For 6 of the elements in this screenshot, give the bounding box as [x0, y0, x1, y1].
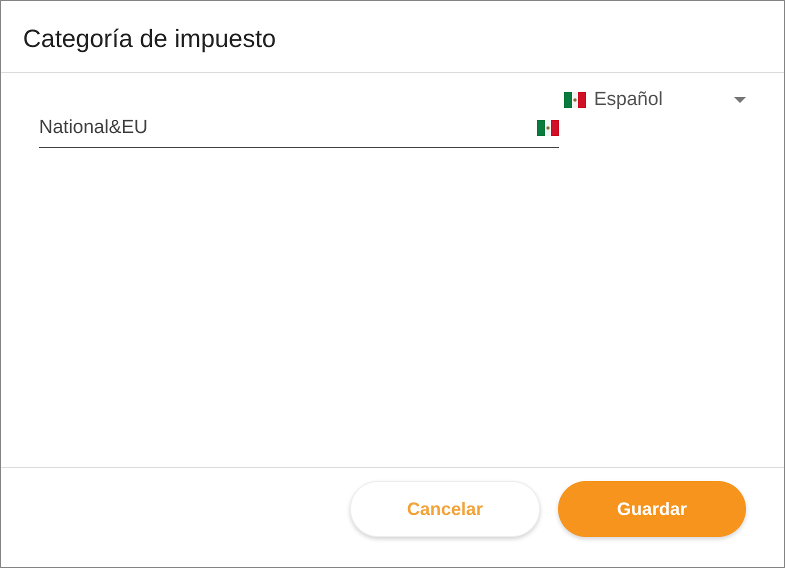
flag-icon — [564, 92, 586, 108]
name-field[interactable]: National&EU — [39, 117, 537, 139]
language-select[interactable]: Español — [564, 89, 746, 111]
dialog-title: Categoría de impuesto — [23, 25, 276, 54]
flag-icon — [537, 120, 559, 136]
caret-icon — [734, 96, 746, 104]
